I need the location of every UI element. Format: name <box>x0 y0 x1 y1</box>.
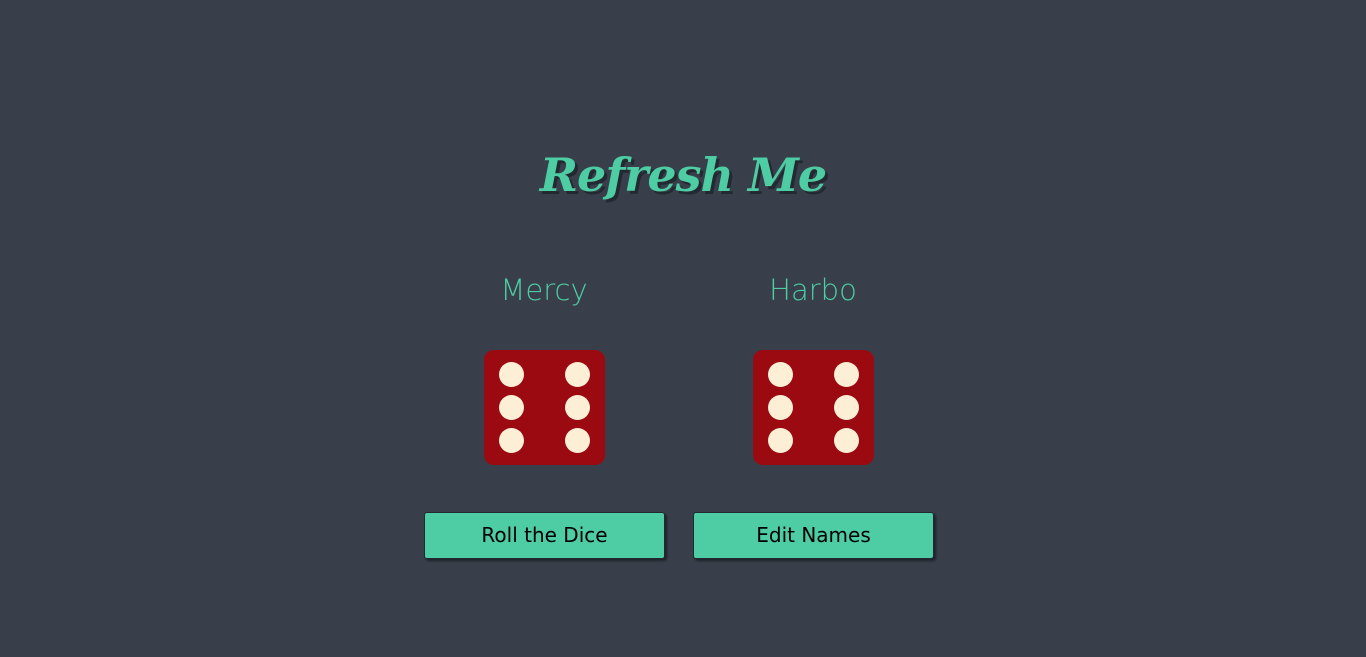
die-pip <box>834 395 859 420</box>
edit-names-button[interactable]: Edit Names <box>693 512 934 559</box>
die-pip <box>565 395 590 420</box>
die-pip <box>499 428 524 453</box>
page-title: Refresh Me <box>539 148 827 202</box>
die-pip <box>499 362 524 387</box>
die-pip <box>834 362 859 387</box>
player-1-die <box>484 350 605 465</box>
die-pip <box>834 428 859 453</box>
die-pip <box>565 362 590 387</box>
player-2-panel: Harbo <box>693 268 933 465</box>
die-pip <box>768 362 793 387</box>
die-pip <box>565 428 590 453</box>
die-pip <box>768 428 793 453</box>
die-pip <box>499 395 524 420</box>
player-1-name: Mercy <box>500 273 588 307</box>
game-screen: Refresh Me Mercy Harbo Roll the Dice Edi… <box>0 0 1366 657</box>
player-2-die <box>753 350 874 465</box>
die-pip <box>768 395 793 420</box>
player-1-panel: Mercy <box>424 268 664 465</box>
roll-dice-button[interactable]: Roll the Dice <box>424 512 665 559</box>
player-2-name: Harbo <box>769 273 857 307</box>
